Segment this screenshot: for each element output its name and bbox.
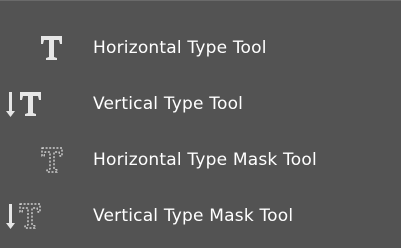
menu-item-label: Vertical Type Mask Tool xyxy=(93,206,294,226)
horizontal-type-icon xyxy=(0,19,80,77)
menu-item-horizontal-type-mask-tool[interactable]: Horizontal Type Mask Tool xyxy=(0,131,401,189)
menu-item-vertical-type-tool[interactable]: Vertical Type Tool xyxy=(0,75,401,133)
menu-item-vertical-type-mask-tool[interactable]: Vertical Type Mask Tool xyxy=(0,187,401,245)
menu-item-horizontal-type-tool[interactable]: Horizontal Type Tool xyxy=(0,19,401,77)
menu-item-label: Vertical Type Tool xyxy=(93,94,244,114)
vertical-type-icon xyxy=(0,75,80,133)
vertical-type-mask-icon xyxy=(0,187,80,245)
type-tool-flyout-menu: Horizontal Type Tool Vertical Type Tool … xyxy=(0,0,401,248)
horizontal-type-mask-icon xyxy=(0,131,80,189)
menu-item-label: Horizontal Type Mask Tool xyxy=(93,150,317,170)
menu-item-label: Horizontal Type Tool xyxy=(93,38,267,58)
